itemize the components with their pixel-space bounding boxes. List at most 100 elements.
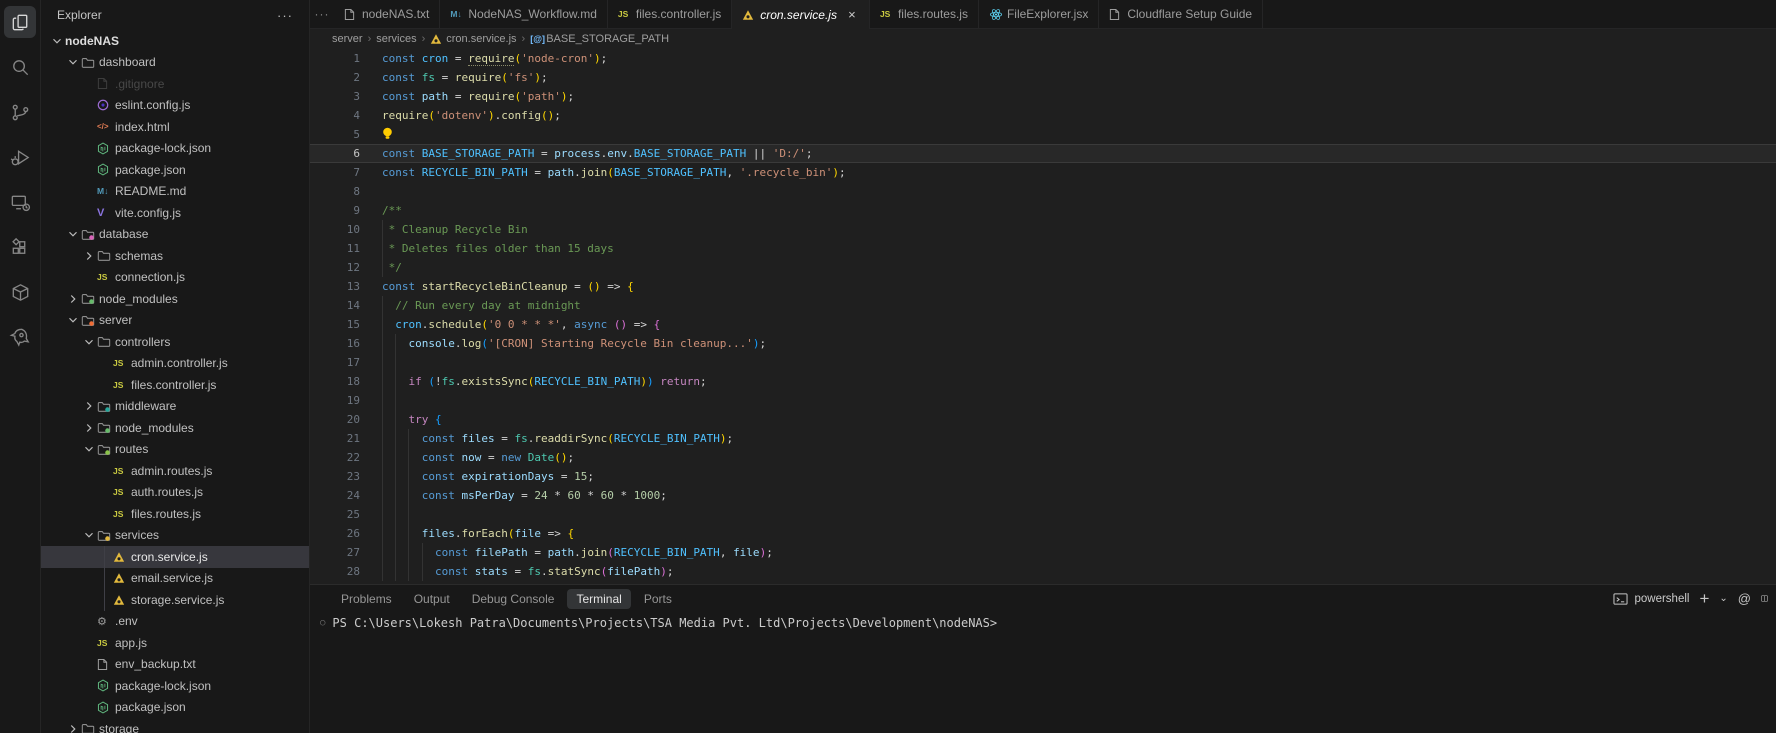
activity-item-source-control[interactable] (4, 96, 36, 128)
code-line-20[interactable]: 20 try { (310, 410, 1776, 429)
tree-item-node-modules[interactable]: node_modules (41, 288, 309, 310)
tree-item-controllers[interactable]: controllers (41, 331, 309, 353)
tree-item-middleware[interactable]: middleware (41, 396, 309, 418)
tree-item-package-lock-json[interactable]: package-lock.json (41, 138, 309, 160)
code-line-4[interactable]: 4 require('dotenv').config(); (310, 106, 1776, 125)
tab-files-controller-js[interactable]: JS files.controller.js (607, 0, 733, 28)
code-line-24[interactable]: 24 const msPerDay = 24 * 60 * 60 * 1000; (310, 486, 1776, 505)
code-line-1[interactable]: 1 const cron = require('node-cron'); (310, 49, 1776, 68)
code-line-19[interactable]: 19 (310, 391, 1776, 410)
code-line-7[interactable]: 7 const RECYCLE_BIN_PATH = path.join(BASE… (310, 163, 1776, 182)
tree-item-storage-service-js[interactable]: storage.service.js (41, 589, 309, 611)
tab-fileexplorer-jsx[interactable]: FileExplorer.jsx (978, 0, 1100, 28)
close-tab-icon[interactable]: × (845, 7, 859, 22)
tree-item-files-routes-js[interactable]: JS files.routes.js (41, 503, 309, 525)
tree-item-services[interactable]: services (41, 525, 309, 547)
new-terminal-button[interactable]: + (1699, 589, 1709, 609)
tree-item-vite-config-js[interactable]: Vvite.config.js (41, 202, 309, 224)
tree-item-env-backup-txt[interactable]: env_backup.txt (41, 654, 309, 676)
tree-item-package-json[interactable]: package.json (41, 159, 309, 181)
tree-item-auth-routes-js[interactable]: JS auth.routes.js (41, 482, 309, 504)
panel-tab-terminal[interactable]: Terminal (567, 588, 631, 609)
code-line-22[interactable]: 22 const now = new Date(); (310, 448, 1776, 467)
code-line-23[interactable]: 23 const expirationDays = 15; (310, 467, 1776, 486)
tree-item-admin-routes-js[interactable]: JS admin.routes.js (41, 460, 309, 482)
breadcrumb-item-services[interactable]: services (376, 33, 416, 45)
code-line-11[interactable]: 11 * Deletes files older than 15 days (310, 239, 1776, 258)
panel-tab-output[interactable]: Output (405, 589, 459, 609)
terminal-viewport[interactable]: ○ PS C:\Users\Lokesh Patra\Documents\Pro… (310, 612, 1776, 733)
panel-tab-problems[interactable]: Problems (332, 589, 401, 609)
breadcrumb-item-server[interactable]: server (332, 33, 363, 45)
sidebar-more-actions-button[interactable]: ··· (273, 8, 297, 23)
code-line-10[interactable]: 10 * Cleanup Recycle Bin (310, 220, 1776, 239)
code-line-14[interactable]: 14 // Run every day at midnight (310, 296, 1776, 315)
indent-guide (382, 410, 383, 429)
code-line-27[interactable]: 27 const filePath = path.join(RECYCLE_BI… (310, 543, 1776, 562)
breadcrumb-separator: › (367, 33, 372, 45)
code-line-17[interactable]: 17 (310, 353, 1776, 372)
terminal-at-button[interactable]: @ (1738, 591, 1751, 606)
tree-item-storage[interactable]: storage (41, 718, 309, 733)
code-line-13[interactable]: 13 const startRecycleBinCleanup = () => { (310, 277, 1776, 296)
activity-item-deploy[interactable] (4, 321, 36, 353)
tree-item-gitignore[interactable]: .gitignore (41, 73, 309, 95)
code-line-15[interactable]: 15 cron.schedule('0 0 * * *', async () =… (310, 315, 1776, 334)
split-terminal-icon[interactable] (1761, 592, 1768, 605)
tree-item-package-json[interactable]: package.json (41, 697, 309, 719)
tree-item-env[interactable]: ⚙ .env (41, 611, 309, 633)
code-line-18[interactable]: 18 if (!fs.existsSync(RECYCLE_BIN_PATH))… (310, 372, 1776, 391)
tab-nodenas-txt[interactable]: nodeNAS.txt (334, 0, 441, 28)
activity-item-remote-explorer[interactable] (4, 186, 36, 218)
code-line-3[interactable]: 3 const path = require('path'); (310, 87, 1776, 106)
breadcrumb-item-cron-service-js[interactable]: cron.service.js (430, 33, 517, 45)
panel-tab-ports[interactable]: Ports (635, 589, 681, 609)
tree-item-readme-md[interactable]: M↓ README.md (41, 181, 309, 203)
tab-files-routes-js[interactable]: JS files.routes.js (869, 0, 979, 28)
tab-label: nodeNAS.txt (362, 7, 430, 21)
terminal-profile-chevron-icon[interactable]: ⌄ (1719, 593, 1727, 604)
activity-item-run-debug[interactable] (4, 141, 36, 173)
tree-item-eslint-config-js[interactable]: eslint.config.js (41, 95, 309, 117)
tab-cloudflare-setup-guide[interactable]: Cloudflare Setup Guide (1099, 0, 1264, 28)
code-line-25[interactable]: 25 (310, 505, 1776, 524)
terminal-shell-selector[interactable]: powershell (1613, 592, 1689, 606)
tree-item-routes[interactable]: routes (41, 439, 309, 461)
activity-item-explorer[interactable] (4, 6, 36, 38)
tree-item-server[interactable]: server (41, 310, 309, 332)
code-line-21[interactable]: 21 const files = fs.readdirSync(RECYCLE_… (310, 429, 1776, 448)
code-line-6[interactable]: 6 const BASE_STORAGE_PATH = process.env.B… (310, 144, 1776, 163)
code-line-28[interactable]: 28 const stats = fs.statSync(filePath); (310, 562, 1776, 581)
code-editor[interactable]: 1 const cron = require('node-cron'); 2 cons… (310, 49, 1776, 584)
tree-item-dashboard[interactable]: dashboard (41, 52, 309, 74)
tab-overflow-button[interactable]: ··· (310, 0, 334, 28)
tree-item-node-modules[interactable]: node_modules (41, 417, 309, 439)
code-line-8[interactable]: 8 (310, 182, 1776, 201)
tree-item-cron-service-js[interactable]: cron.service.js (41, 546, 309, 568)
tree-item-database[interactable]: database (41, 224, 309, 246)
tree-item-nodenas[interactable]: nodeNAS (41, 30, 309, 52)
tree-item-files-controller-js[interactable]: JS files.controller.js (41, 374, 309, 396)
tree-item-admin-controller-js[interactable]: JS admin.controller.js (41, 353, 309, 375)
doc-icon (344, 8, 362, 21)
tree-item-connection-js[interactable]: JS connection.js (41, 267, 309, 289)
tree-item-email-service-js[interactable]: email.service.js (41, 567, 309, 590)
tab-nodenas-workflow-md[interactable]: M↓ NodeNAS_Workflow.md (440, 0, 608, 28)
tree-item-app-js[interactable]: JS app.js (41, 632, 309, 654)
chevron-down-icon (81, 528, 97, 542)
code-line-26[interactable]: 26 files.forEach(file => { (310, 524, 1776, 543)
activity-item-search[interactable] (4, 51, 36, 83)
code-line-9[interactable]: 9 /** (310, 201, 1776, 220)
tree-item-index-html[interactable]: </> index.html (41, 116, 309, 138)
code-line-16[interactable]: 16 console.log('[CRON] Starting Recycle … (310, 334, 1776, 353)
activity-item-extensions[interactable] (4, 231, 36, 263)
code-line-5[interactable]: 5 (310, 125, 1776, 144)
tree-item-schemas[interactable]: schemas (41, 245, 309, 267)
breadcrumb-item-base-storage-path[interactable]: [@] BASE_STORAGE_PATH (530, 33, 669, 45)
code-line-2[interactable]: 2 const fs = require('fs'); (310, 68, 1776, 87)
activity-item-containers[interactable] (4, 276, 36, 308)
tree-item-package-lock-json[interactable]: package-lock.json (41, 675, 309, 697)
code-line-12[interactable]: 12 */ (310, 258, 1776, 277)
panel-tab-debug-console[interactable]: Debug Console (463, 589, 564, 609)
tab-cron-service-js[interactable]: cron.service.js × (732, 0, 870, 29)
